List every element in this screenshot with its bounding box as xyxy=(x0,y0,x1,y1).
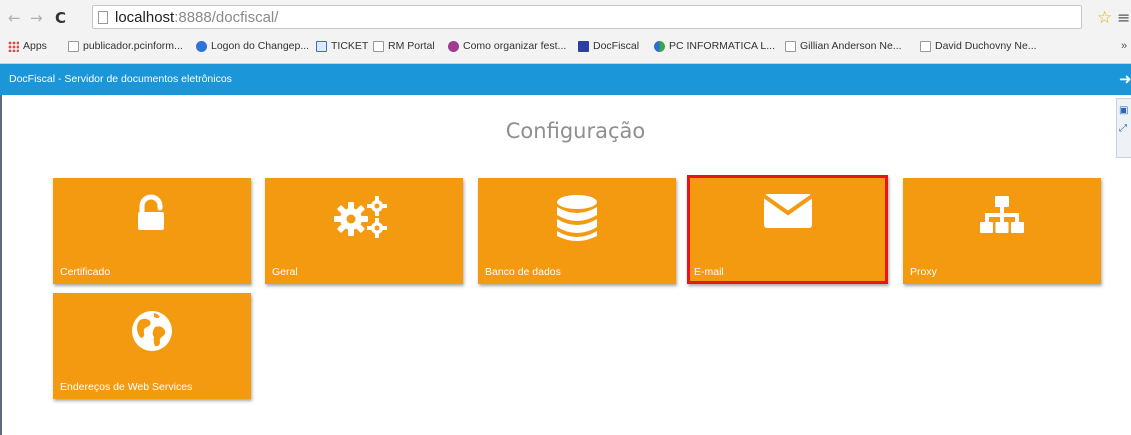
page-icon xyxy=(373,40,384,52)
bookmark-label: DocFiscal xyxy=(593,40,640,52)
app-header: DocFiscal - Servidor de documentos eletr… xyxy=(0,64,1131,95)
back-arrow-icon[interactable]: ← xyxy=(8,9,21,27)
tile-label: E-mail xyxy=(694,266,724,278)
bookmark-apps[interactable]: Apps xyxy=(8,40,47,52)
bookmark-pc-informatica[interactable]: PC INFORMATICA L... xyxy=(654,40,775,52)
gears-icon xyxy=(265,194,463,240)
tile-label: Endereços de Web Services xyxy=(60,381,193,393)
bookmark-label: Como organizar fest... xyxy=(463,40,567,52)
tile-label: Proxy xyxy=(910,266,937,278)
browser-toolbar: ← → C localhost:8888/docfiscal/ ☆ ≡ Apps… xyxy=(0,0,1131,64)
tile-label: Banco de dados xyxy=(485,266,561,278)
bookmark-ticket[interactable]: TICKET xyxy=(316,40,368,52)
bookmark-label: Logon do Changep... xyxy=(211,40,310,52)
bookmark-david-duchovny[interactable]: David Duchovny Ne... xyxy=(920,40,1037,52)
bookmark-gillian-anderson[interactable]: Gillian Anderson Ne... xyxy=(785,40,902,52)
tile-certificado[interactable]: Certificado xyxy=(53,178,251,284)
forward-arrow-icon[interactable]: → xyxy=(30,9,43,27)
purple-circle-icon xyxy=(448,40,459,52)
docfiscal-icon xyxy=(578,40,589,52)
address-bar[interactable]: localhost:8888/docfiscal/ xyxy=(92,5,1082,29)
bookmarks-bar: Apps publicador.pcinform... Logon do Cha… xyxy=(0,36,1131,60)
more-bookmarks-icon[interactable]: » xyxy=(1121,40,1127,52)
bookmark-como-organizar[interactable]: Como organizar fest... xyxy=(448,40,566,52)
database-icon xyxy=(478,194,676,244)
bookmark-publicador[interactable]: publicador.pcinform... xyxy=(68,40,183,52)
widget-icon: ▣ xyxy=(1119,105,1129,116)
page-icon xyxy=(68,40,79,52)
tile-proxy[interactable]: Proxy xyxy=(903,178,1101,284)
bookmark-label: David Duchovny Ne... xyxy=(935,40,1037,52)
tile-geral[interactable]: Geral xyxy=(265,178,463,284)
envelope-icon xyxy=(690,191,885,229)
unlock-icon xyxy=(53,194,251,234)
tile-banco-de-dados[interactable]: Banco de dados xyxy=(478,178,676,284)
bookmark-label: TICKET xyxy=(331,40,369,52)
page-icon xyxy=(920,40,931,52)
bookmark-rm-portal[interactable]: RM Portal xyxy=(373,40,435,52)
tile-email[interactable]: E-mail xyxy=(687,175,888,284)
apps-grid-icon xyxy=(8,40,19,52)
tile-label: Certificado xyxy=(60,266,111,278)
window-edge xyxy=(0,95,2,435)
bookmark-label: PC INFORMATICA L... xyxy=(669,40,775,52)
bookmark-label: Gillian Anderson Ne... xyxy=(800,40,902,52)
pc-info-icon xyxy=(654,40,665,52)
reload-icon[interactable]: C xyxy=(55,9,66,27)
ticket-icon xyxy=(316,40,327,52)
browser-menu-icon[interactable]: ≡ xyxy=(1117,8,1130,27)
page-title: Configuração xyxy=(505,119,646,143)
bookmark-label: publicador.pcinform... xyxy=(83,40,183,52)
bookmark-label: Apps xyxy=(23,40,47,52)
bookmark-label: RM Portal xyxy=(388,40,435,52)
address-row: ← → C localhost:8888/docfiscal/ ☆ ≡ xyxy=(0,4,1131,32)
bookmark-docfiscal[interactable]: DocFiscal xyxy=(578,40,639,52)
google-icon xyxy=(196,40,207,52)
tile-label: Geral xyxy=(272,266,298,278)
app-title: DocFiscal - Servidor de documentos eletr… xyxy=(9,73,232,85)
bookmark-star-icon[interactable]: ☆ xyxy=(1097,8,1112,28)
url-text: localhost:8888/docfiscal/ xyxy=(115,9,279,26)
sitemap-icon xyxy=(903,194,1101,236)
tile-enderecos-web-services[interactable]: Endereços de Web Services xyxy=(53,293,251,399)
page-icon xyxy=(785,40,796,52)
page-icon xyxy=(98,11,108,24)
bookmark-logon-changep[interactable]: Logon do Changep... xyxy=(196,40,309,52)
globe-icon xyxy=(53,309,251,353)
back-arrow-icon[interactable]: ➜ xyxy=(1119,70,1131,88)
